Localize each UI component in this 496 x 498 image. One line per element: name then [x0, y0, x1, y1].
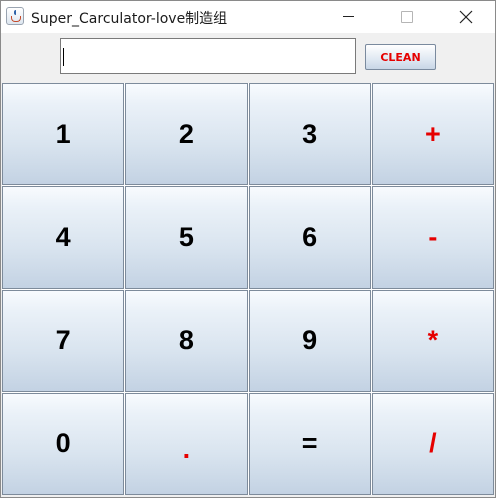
- java-cup-icon: [6, 7, 24, 25]
- keypad: 1 2 3 +4 5 6 - 7 8 9 * 0. = /: [2, 83, 494, 495]
- key-label: =: [301, 428, 318, 459]
- result-display-field[interactable]: [60, 38, 356, 74]
- key-label: 6: [302, 221, 318, 252]
- digit-2-button[interactable]: 2: [125, 83, 248, 186]
- input-bar: CLEAN: [1, 33, 495, 83]
- digit-1-button[interactable]: 1: [2, 83, 125, 186]
- multiply-button[interactable]: *: [371, 289, 494, 392]
- key-label: 8: [178, 325, 194, 356]
- minimize-button[interactable]: [319, 1, 377, 33]
- digit-3-button[interactable]: 3: [248, 83, 371, 186]
- key-label: 0: [55, 428, 71, 459]
- maximize-button[interactable]: [377, 1, 435, 33]
- divide-button[interactable]: /: [371, 392, 494, 495]
- key-label: 9: [302, 325, 318, 356]
- key-label: 5: [178, 221, 194, 252]
- calculator-window: Super_Carculator-love制造组 CLEAN 1 2 3 +4 5 6 - 7…: [0, 0, 496, 498]
- window-title: Super_Carculator-love制造组: [31, 11, 228, 27]
- maximize-icon: [401, 11, 413, 23]
- key-label: +: [424, 118, 441, 149]
- clean-button[interactable]: CLEAN: [365, 44, 436, 70]
- key-label: /: [429, 428, 437, 459]
- key-label: -: [428, 221, 438, 252]
- key-label: 7: [55, 325, 71, 356]
- minimize-icon: [343, 16, 354, 17]
- digit-7-button[interactable]: 7: [2, 289, 125, 392]
- minus-button[interactable]: -: [371, 186, 494, 289]
- key-label: .: [182, 434, 191, 465]
- key-label: *: [427, 325, 439, 356]
- key-label: 4: [55, 221, 71, 252]
- digit-0-button[interactable]: 0: [2, 392, 125, 495]
- title-bar[interactable]: Super_Carculator-love制造组: [1, 1, 495, 33]
- digit-9-button[interactable]: 9: [248, 289, 371, 392]
- key-label: 2: [178, 118, 194, 149]
- plus-button[interactable]: +: [371, 83, 494, 186]
- key-label: 3: [302, 118, 318, 149]
- digit-8-button[interactable]: 8: [125, 289, 248, 392]
- text-cursor: [63, 48, 64, 66]
- close-button[interactable]: [437, 1, 495, 33]
- decimal-point-button[interactable]: .: [125, 392, 248, 495]
- digit-5-button[interactable]: 5: [125, 186, 248, 289]
- equals-button[interactable]: =: [248, 392, 371, 495]
- key-label: 1: [55, 118, 71, 149]
- digit-6-button[interactable]: 6: [248, 186, 371, 289]
- digit-4-button[interactable]: 4: [2, 186, 125, 289]
- close-icon: [459, 10, 473, 24]
